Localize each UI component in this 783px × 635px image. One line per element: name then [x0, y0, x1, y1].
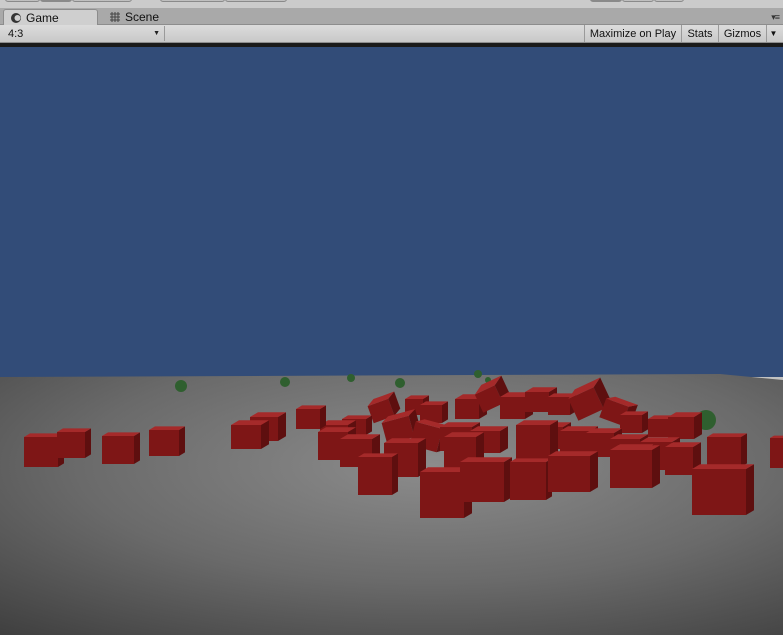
maximize-on-play-button[interactable]: Maximize on Play: [584, 25, 681, 42]
physics-cube: [668, 412, 702, 439]
physics-cube: [296, 405, 326, 429]
top-toolbar-strip: [0, 0, 783, 8]
maximize-on-play-label: Maximize on Play: [589, 27, 677, 40]
physics-sphere: [175, 380, 187, 392]
physics-cube: [707, 433, 747, 467]
sky: [0, 47, 783, 377]
tab-scene[interactable]: Scene: [103, 9, 173, 25]
step-button[interactable]: [654, 0, 684, 2]
physics-cube: [358, 453, 398, 495]
physics-sphere: [280, 377, 290, 387]
physics-cube: [770, 435, 783, 468]
physics-cube: [231, 420, 269, 449]
physics-cube: [149, 426, 185, 456]
panel-menu-icon[interactable]: ▾≡: [771, 12, 780, 23]
play-button[interactable]: [590, 0, 622, 2]
game-view-controls: 4:3 ▼ Maximize on Play Stats Gizmos ▼: [0, 25, 783, 43]
physics-cube: [548, 451, 598, 492]
toolbar-button[interactable]: [160, 0, 225, 2]
tab-game[interactable]: Game: [3, 9, 98, 26]
physics-sphere: [347, 374, 355, 382]
stats-button[interactable]: Stats: [681, 25, 718, 42]
gizmos-label: Gizmos: [723, 27, 762, 40]
gizmos-dropdown-arrow-icon[interactable]: ▼: [766, 25, 780, 42]
physics-cube: [102, 432, 140, 464]
toolbar-button[interactable]: [72, 0, 132, 2]
physics-cube: [57, 428, 91, 458]
physics-sphere: [474, 370, 482, 378]
grid-icon: [110, 12, 120, 22]
physics-cube: [692, 464, 754, 515]
gizmos-button[interactable]: Gizmos: [718, 25, 766, 42]
dropdown-arrow-icon: ▼: [153, 30, 160, 37]
toolbar-button[interactable]: [225, 0, 287, 2]
physics-cube: [510, 458, 552, 500]
physics-cube: [460, 457, 512, 502]
aspect-ratio-dropdown[interactable]: 4:3 ▼: [5, 26, 165, 41]
physics-cube: [620, 411, 648, 433]
toolbar-button[interactable]: [40, 0, 72, 2]
tab-bar: Game Scene ▾≡: [0, 8, 783, 26]
physics-cube: [610, 445, 660, 488]
toolbar-button[interactable]: [5, 0, 40, 2]
tab-game-label: Game: [26, 11, 59, 25]
aspect-ratio-value: 4:3: [8, 27, 24, 40]
physics-sphere: [395, 378, 405, 388]
physics-cube: [516, 420, 558, 459]
tab-scene-label: Scene: [125, 10, 160, 24]
stats-label: Stats: [687, 27, 713, 40]
game-viewport[interactable]: [0, 47, 783, 635]
game-controller-icon: [11, 13, 21, 23]
pause-button[interactable]: [622, 0, 654, 2]
game-scene: [0, 47, 783, 635]
